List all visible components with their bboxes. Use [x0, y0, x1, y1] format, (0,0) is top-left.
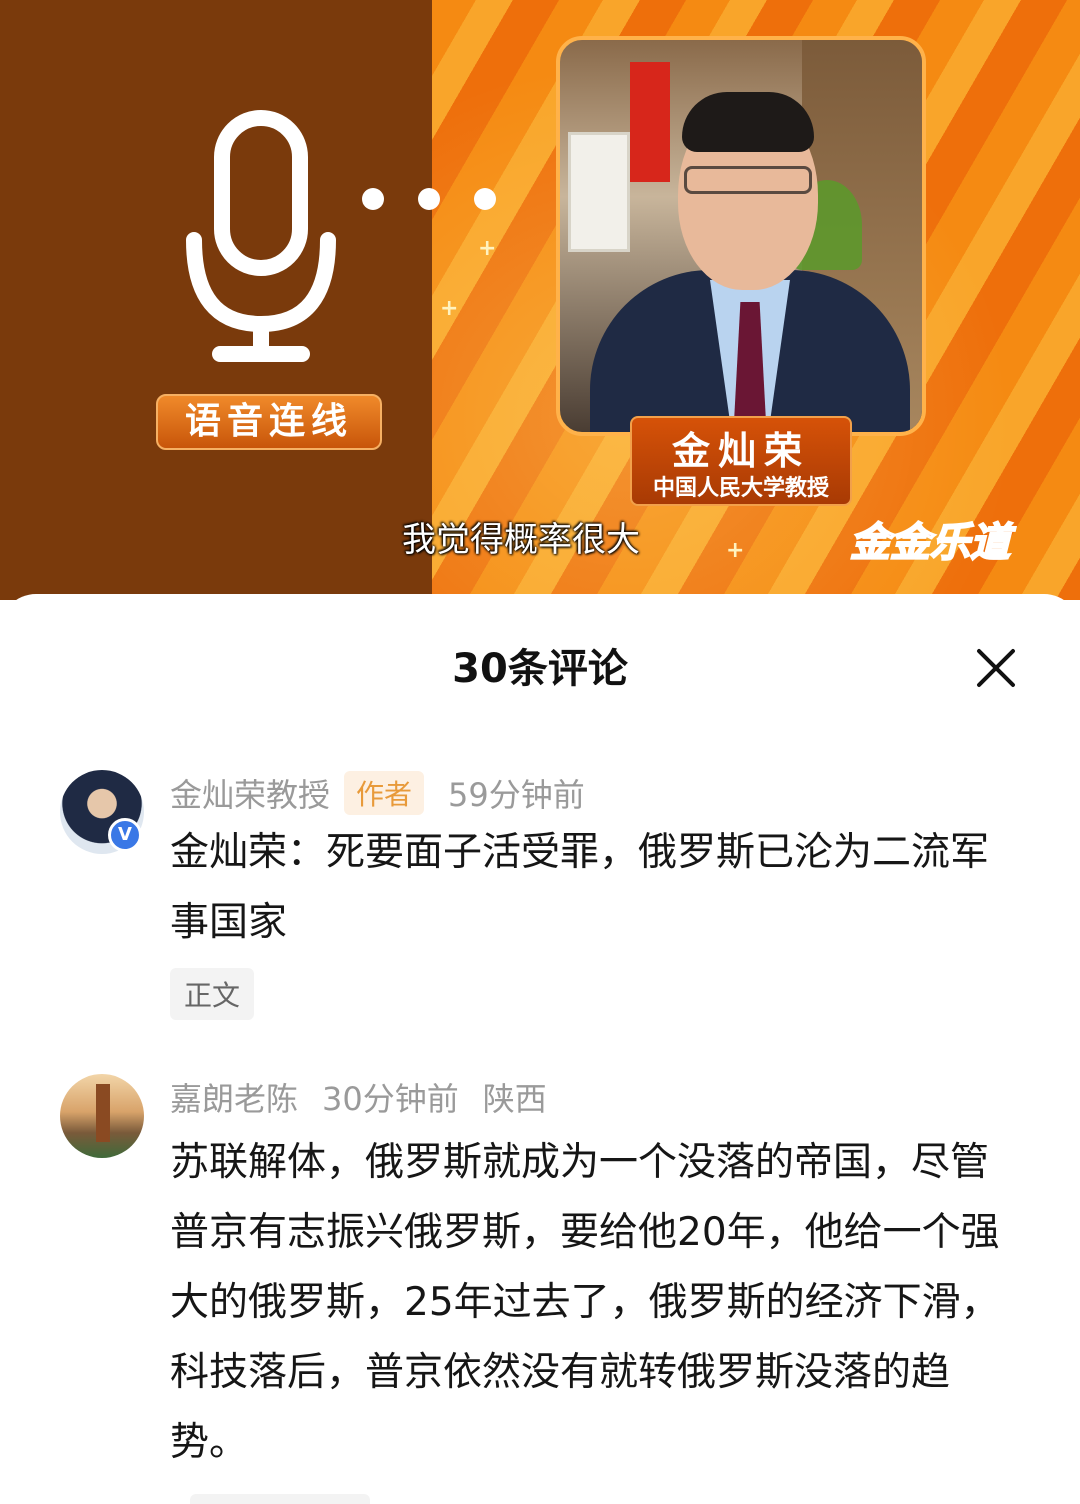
- video-subtitle: 我觉得概率很大: [402, 520, 640, 560]
- verified-icon: V: [108, 818, 142, 852]
- channel-logo: 金金乐道: [849, 519, 1011, 567]
- guest-name-plate: 金灿荣 中国人民大学教授: [630, 416, 852, 506]
- sparkle-icon: +: [440, 296, 459, 321]
- comment-time: 59分钟前: [448, 776, 585, 814]
- microphone-icon: [186, 110, 336, 362]
- guest-portrait: [556, 36, 926, 436]
- sparkle-icon: +: [478, 236, 497, 261]
- author-badge: 作者: [344, 771, 425, 815]
- avatar[interactable]: [60, 1074, 144, 1158]
- content-chip[interactable]: [190, 1494, 370, 1504]
- guest-title: 中国人民大学教授: [652, 476, 829, 501]
- video-player[interactable]: + + + 语音连线 金灿荣 中国人民大学教授 我觉得概率很大 金金乐道: [0, 0, 1080, 600]
- comment-text[interactable]: 苏联解体，俄罗斯就成为一个没落的帝国，尽管普京有志振兴俄罗斯，要给他20年，他给…: [170, 1128, 1010, 1478]
- close-icon[interactable]: [970, 642, 1022, 694]
- content-chip[interactable]: 正文: [170, 968, 255, 1020]
- comment-time: 30分钟前: [322, 1080, 459, 1118]
- sparkle-icon: +: [726, 538, 745, 563]
- comment-username[interactable]: 嘉朗老陈: [170, 1074, 298, 1120]
- guest-name: 金灿荣: [671, 429, 810, 473]
- comment-location: 陕西: [482, 1080, 547, 1118]
- voice-call-badge: 语音连线: [156, 394, 382, 450]
- comment-text[interactable]: 金灿荣：死要面子活受罪，俄罗斯已沦为二流军事国家: [170, 818, 1010, 958]
- comment-username[interactable]: 金灿荣教授: [170, 770, 330, 816]
- comments-title: 30条评论: [452, 646, 628, 692]
- flag-icon: [630, 62, 670, 182]
- connecting-dots-icon: [362, 188, 496, 210]
